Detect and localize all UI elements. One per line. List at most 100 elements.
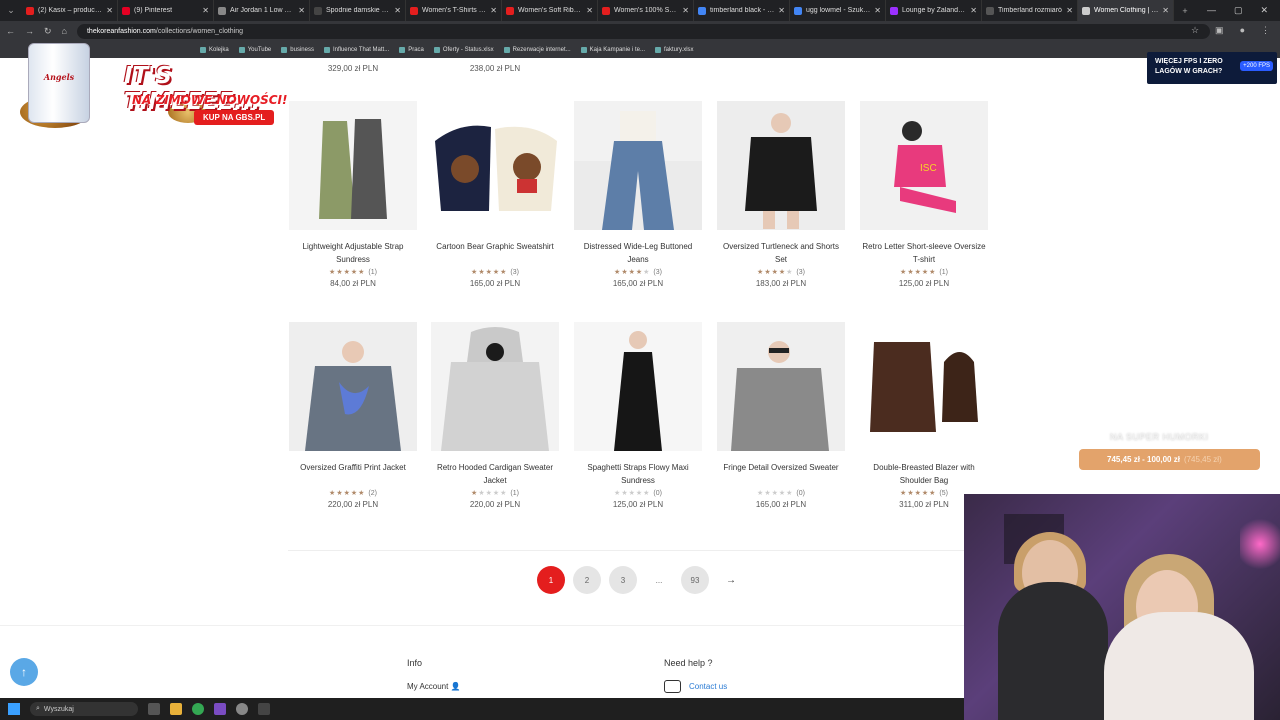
page-button[interactable]: 1 <box>537 566 565 594</box>
bookmark-star-icon[interactable]: ☆ <box>1191 25 1199 36</box>
browser-tab[interactable]: Spodnie damskie spod ✕ <box>310 0 406 21</box>
bookmark-item[interactable]: Influence That Matt... <box>323 46 389 53</box>
browser-tab[interactable]: Timberland rozmiaró ✕ <box>982 0 1078 21</box>
product-image[interactable] <box>717 322 845 451</box>
product-name[interactable]: Double-Breasted Blazer with Shoulder Bag <box>860 461 988 487</box>
bookmark-item[interactable]: Praca <box>399 46 424 53</box>
browser-tab[interactable]: Women's Soft Ribbed ✕ <box>502 0 598 21</box>
product-name[interactable]: Oversized Turtleneck and Shorts Set <box>717 240 845 266</box>
fps-ad-banner[interactable]: WIĘCEJ FPS I ZERO LAGÓW W GRACH? +200 FP… <box>1147 52 1277 84</box>
browser-tab[interactable]: (9) Pinterest ✕ <box>118 0 214 21</box>
chrome-icon[interactable] <box>192 703 204 715</box>
forward-icon[interactable]: → <box>25 26 34 36</box>
product-card[interactable]: Double-Breasted Blazer with Shoulder Bag… <box>860 322 988 509</box>
product-card[interactable]: Retro Hooded Cardigan Sweater Jacket ★★★… <box>431 322 559 509</box>
back-icon[interactable]: ← <box>6 26 15 36</box>
taskbar: ⌕ Wyszukaj <box>0 698 964 720</box>
close-tab-icon[interactable]: ✕ <box>490 6 497 15</box>
browser-tab[interactable]: ugg lowmel - Szukaj w ✕ <box>790 0 886 21</box>
app-icon[interactable] <box>214 703 226 715</box>
close-window-icon[interactable]: ✕ <box>1260 5 1268 16</box>
menu-icon[interactable]: ⋮ <box>1261 25 1270 36</box>
close-tab-icon[interactable]: ✕ <box>874 6 881 15</box>
product-card[interactable]: Oversized Turtleneck and Shorts Set ★★★★… <box>717 101 845 288</box>
product-name[interactable]: Oversized Graffiti Print Jacket <box>289 461 417 487</box>
product-name[interactable]: Spaghetti Straps Flowy Maxi Sundress <box>574 461 702 487</box>
browser-tab[interactable]: Women Clothing | Ko ✕ <box>1078 0 1174 21</box>
product-name[interactable]: Fringe Detail Oversized Sweater <box>717 461 845 487</box>
close-tab-icon[interactable]: ✕ <box>394 6 401 15</box>
reload-icon[interactable]: ↻ <box>44 26 52 37</box>
extensions-icon[interactable]: ▣ <box>1215 25 1224 36</box>
page-button[interactable]: 93 <box>681 566 709 594</box>
home-icon[interactable]: ⌂ <box>62 26 67 36</box>
close-tab-icon[interactable]: ✕ <box>202 6 209 15</box>
maximize-icon[interactable]: ▢ <box>1234 5 1243 16</box>
product-name[interactable]: Retro Letter Short-sleeve Oversize T-shi… <box>860 240 988 266</box>
product-card[interactable]: Fringe Detail Oversized Sweater ★★★★★ (0… <box>717 322 845 509</box>
bookmark-item[interactable]: Oferty - Status.xlsx <box>433 46 494 53</box>
product-card[interactable]: Cartoon Bear Graphic Sweatshirt ★★★★★ (3… <box>431 101 559 288</box>
product-card[interactable]: Distressed Wide-Leg Buttoned Jeans ★★★★★… <box>574 101 702 288</box>
browser-tab[interactable]: Women's 100% Supim ✕ <box>598 0 694 21</box>
close-tab-icon[interactable]: ✕ <box>106 6 113 15</box>
next-page-button[interactable]: → <box>717 566 745 594</box>
product-price: 165,00 zł PLN <box>755 500 807 509</box>
bookmark-item[interactable]: faktury.xlsx <box>655 46 694 53</box>
browser-tab[interactable]: Air Jordan 1 Low Trabis✕ <box>214 0 310 21</box>
minimize-icon[interactable]: — <box>1207 5 1216 16</box>
product-name[interactable]: Lightweight Adjustable Strap Sundress <box>289 240 417 266</box>
contact-us-link[interactable]: Contact us <box>664 680 727 693</box>
product-image[interactable] <box>860 322 988 451</box>
terminal-icon[interactable] <box>258 703 270 715</box>
page-button[interactable]: 2 <box>573 566 601 594</box>
my-account-link[interactable]: My Account 👤 <box>407 682 461 691</box>
ad-subheadline: NA ZIMOWE NOWOŚCI! <box>132 93 288 107</box>
review-count: (1) <box>368 269 377 276</box>
file-explorer-icon[interactable] <box>170 703 182 715</box>
bookmark-item[interactable]: Kaja Kampanie i te... <box>580 46 645 53</box>
product-card[interactable]: Lightweight Adjustable Strap Sundress ★★… <box>289 101 417 288</box>
close-tab-icon[interactable]: ✕ <box>682 6 689 15</box>
close-tab-icon[interactable]: ✕ <box>1162 6 1169 15</box>
product-image[interactable] <box>431 322 559 451</box>
bookmark-item[interactable]: Rezerwacje internet... <box>503 46 571 53</box>
product-name[interactable]: Retro Hooded Cardigan Sweater Jacket <box>431 461 559 487</box>
page-button[interactable]: 3 <box>609 566 637 594</box>
close-tab-icon[interactable]: ✕ <box>778 6 785 15</box>
bookmark-icon <box>323 46 330 53</box>
product-image[interactable] <box>574 322 702 451</box>
product-image[interactable]: ISC <box>860 101 988 230</box>
donation-amount: 745,45 zł - 100,00 zł <box>1107 455 1180 464</box>
close-tab-icon[interactable]: ✕ <box>298 6 305 15</box>
scroll-to-top-button[interactable]: ↑ <box>10 658 38 686</box>
profile-icon[interactable]: ● <box>1240 25 1245 36</box>
my-account-label: My Account <box>407 682 449 691</box>
gbs-ad-banner[interactable]: Angels IT'S TIMEEEE... NA ZIMOWE NOWOŚCI… <box>20 41 310 129</box>
close-tab-icon[interactable]: ✕ <box>586 6 593 15</box>
ad-cta-button[interactable]: KUP NA GBS.PL <box>194 110 275 125</box>
product-image[interactable] <box>574 101 702 230</box>
product-card[interactable]: Spaghetti Straps Flowy Maxi Sundress ★★★… <box>574 322 702 509</box>
product-card[interactable]: ISC Retro Letter Short-sleeve Oversize T… <box>860 101 988 288</box>
product-image[interactable] <box>431 101 559 230</box>
bookmark-label: Kaja Kampanie i te... <box>589 46 645 53</box>
new-tab-icon[interactable]: + <box>1174 6 1196 16</box>
product-card[interactable]: Oversized Graffiti Print Jacket ★★★★★ (2… <box>289 322 417 509</box>
browser-tab[interactable]: Lounge by Zalando – ✕ <box>886 0 982 21</box>
url-field[interactable]: thekoreanfashion.com/collections/women_c… <box>76 23 1210 39</box>
settings-icon[interactable] <box>236 703 248 715</box>
close-tab-icon[interactable]: ✕ <box>1066 6 1073 15</box>
browser-tab[interactable]: Women's T-Shirts | Ur ✕ <box>406 0 502 21</box>
tab-list-icon[interactable]: ⌄ <box>0 5 22 16</box>
taskbar-search[interactable]: ⌕ Wyszukaj <box>30 702 138 716</box>
product-image[interactable] <box>717 101 845 230</box>
browser-tab[interactable]: (2) Kasix – producent ✕ <box>22 0 118 21</box>
close-tab-icon[interactable]: ✕ <box>970 6 977 15</box>
browser-tab[interactable]: timberland black - Szu ✕ <box>694 0 790 21</box>
product-name[interactable]: Distressed Wide-Leg Buttoned Jeans <box>574 240 702 266</box>
windows-start-icon[interactable] <box>8 703 20 715</box>
product-image[interactable] <box>289 322 417 451</box>
task-view-icon[interactable] <box>148 703 160 715</box>
product-name[interactable]: Cartoon Bear Graphic Sweatshirt <box>431 240 559 266</box>
